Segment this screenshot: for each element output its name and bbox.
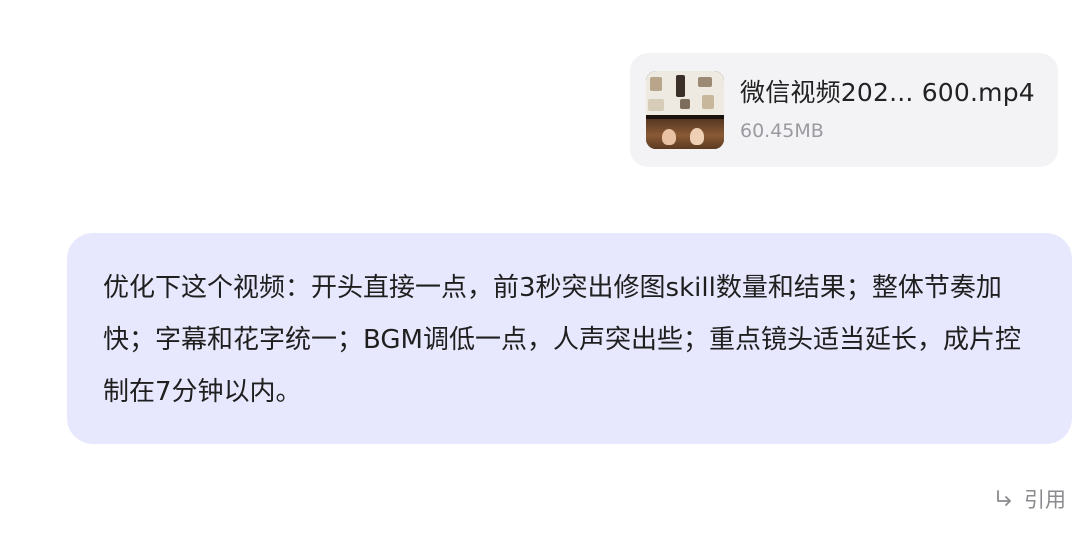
reply-arrow-icon — [994, 489, 1014, 509]
video-thumbnail[interactable] — [646, 71, 724, 149]
message-bubble: 优化下这个视频：开头直接一点，前3秒突出修图skill数量和结果；整体节奏加快；… — [67, 233, 1072, 444]
chat-view: 微信视频202... 600.mp4 60.45MB 优化下这个视频：开头直接一… — [0, 0, 1080, 544]
file-size: 60.45MB — [740, 120, 824, 142]
file-name: 微信视频202... 600.mp4 — [740, 78, 1035, 107]
message-text: 优化下这个视频：开头直接一点，前3秒突出修图skill数量和结果；整体节奏加快；… — [103, 273, 1021, 407]
quote-button[interactable]: 引用 — [994, 484, 1066, 514]
thumbnail-bottom — [646, 115, 724, 149]
thumbnail-top — [646, 71, 724, 115]
quote-label: 引用 — [1024, 488, 1066, 512]
file-attachment-card[interactable]: 微信视频202... 600.mp4 60.45MB — [630, 53, 1058, 167]
